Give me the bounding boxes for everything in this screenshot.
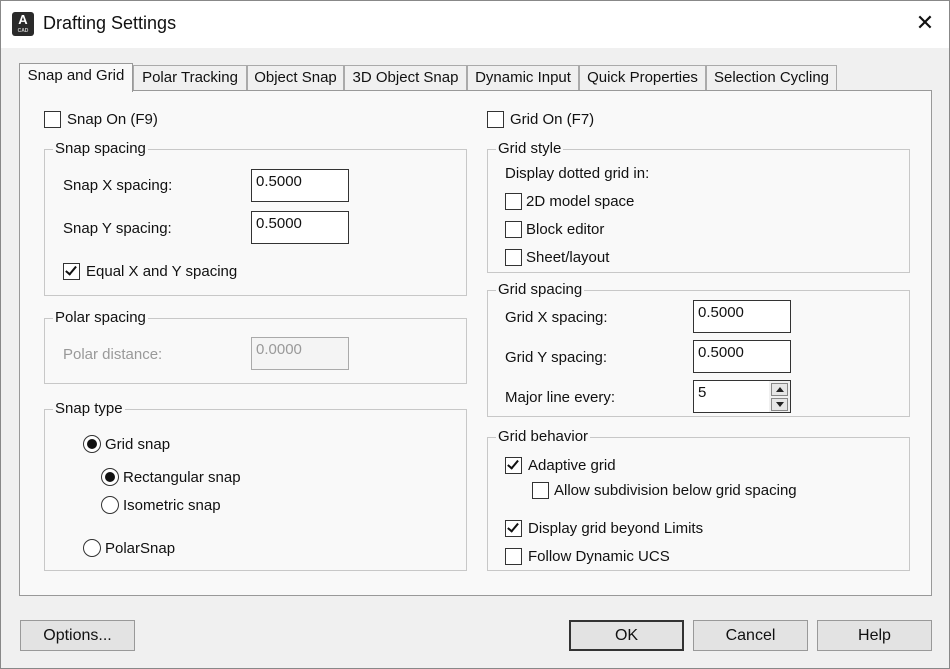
polar-distance-label: Polar distance: (63, 346, 163, 363)
beyond-limits-checkbox[interactable] (505, 520, 522, 537)
follow-ucs-checkbox[interactable] (505, 548, 522, 565)
tab-snap-and-grid[interactable]: Snap and Grid (19, 63, 133, 92)
grid-snap-radio[interactable] (83, 435, 101, 453)
grid-style-title: Grid style (496, 140, 564, 157)
app-icon-letter: A (18, 12, 28, 27)
beyond-limits-label: Display grid beyond Limits (528, 520, 704, 537)
app-icon-sublabel: CAD (17, 28, 29, 34)
block-editor-label: Block editor (526, 221, 605, 238)
check-mark-icon (507, 457, 519, 470)
tab-polar-tracking[interactable]: Polar Tracking (133, 65, 247, 91)
polarsnap-label: PolarSnap (105, 540, 176, 557)
tab-3d-object-snap[interactable]: 3D Object Snap (344, 65, 467, 91)
snap-type-group: Snap type Grid snap Rectangular snap Iso… (44, 400, 467, 571)
options-button[interactable]: Options... (20, 620, 135, 651)
spin-down-button[interactable] (771, 398, 788, 411)
snap-on-label: Snap On (F9) (67, 111, 158, 128)
model-space-checkbox[interactable] (505, 193, 522, 210)
tab-quick-properties[interactable]: Quick Properties (579, 65, 706, 91)
tab-dynamic-input[interactable]: Dynamic Input (467, 65, 579, 91)
polar-distance-input[interactable]: 0.0000 (251, 337, 349, 370)
grid-on-label: Grid On (F7) (510, 111, 595, 128)
sheet-layout-label: Sheet/layout (526, 249, 610, 266)
drafting-settings-dialog: A CAD Drafting Settings ✕ Snap and Grid P… (0, 0, 950, 669)
ok-button[interactable]: OK (569, 620, 684, 651)
polarsnap-radio[interactable] (83, 539, 101, 557)
snap-x-spacing-input[interactable]: 0.5000 (251, 169, 349, 202)
equal-xy-label: Equal X and Y spacing (86, 263, 238, 280)
subdivision-checkbox[interactable] (532, 482, 549, 499)
help-button[interactable]: Help (817, 620, 932, 651)
snap-y-label: Snap Y spacing: (63, 220, 172, 237)
spin-up-button[interactable] (771, 383, 788, 396)
snap-on-checkbox[interactable] (44, 111, 61, 128)
grid-y-spacing-input[interactable]: 0.5000 (693, 340, 791, 373)
grid-spacing-group: Grid spacing Grid X spacing: 0.5000 Grid… (487, 281, 910, 417)
major-line-spinner (769, 380, 791, 413)
grid-x-spacing-input[interactable]: 0.5000 (693, 300, 791, 333)
isometric-snap-radio[interactable] (101, 496, 119, 514)
snap-y-spacing-input[interactable]: 0.5000 (251, 211, 349, 244)
close-icon[interactable]: ✕ (911, 9, 939, 37)
arrow-up-icon (776, 387, 784, 392)
grid-on-checkbox[interactable] (487, 111, 504, 128)
tab-object-snap[interactable]: Object Snap (247, 65, 344, 91)
rectangular-snap-label: Rectangular snap (123, 469, 241, 486)
app-icon: A CAD (12, 12, 34, 36)
equal-xy-checkbox[interactable] (63, 263, 80, 280)
snap-spacing-title: Snap spacing (53, 140, 148, 157)
title-bar: A CAD Drafting Settings ✕ (1, 1, 949, 48)
grid-spacing-title: Grid spacing (496, 281, 585, 298)
major-line-label: Major line every: (505, 389, 616, 406)
radio-selected-dot (87, 439, 97, 449)
polar-spacing-group: Polar spacing Polar distance: 0.0000 (44, 309, 467, 384)
grid-behavior-group: Grid behavior Adaptive grid Allow subdiv… (487, 428, 910, 571)
cancel-button[interactable]: Cancel (693, 620, 808, 651)
grid-behavior-title: Grid behavior (496, 428, 591, 445)
radio-selected-dot (105, 472, 115, 482)
major-line-input[interactable]: 5 (693, 380, 770, 413)
model-space-label: 2D model space (526, 193, 635, 210)
block-editor-checkbox[interactable] (505, 221, 522, 238)
grid-snap-label: Grid snap (105, 436, 171, 453)
snap-type-title: Snap type (53, 400, 125, 417)
grid-y-label: Grid Y spacing: (505, 349, 608, 366)
tab-selection-cycling[interactable]: Selection Cycling (706, 65, 837, 91)
follow-ucs-label: Follow Dynamic UCS (528, 548, 670, 565)
snap-x-label: Snap X spacing: (63, 177, 173, 194)
polar-spacing-title: Polar spacing (53, 309, 148, 326)
subdivision-label: Allow subdivision below grid spacing (554, 482, 797, 499)
grid-x-label: Grid X spacing: (505, 309, 608, 326)
window-title: Drafting Settings (43, 13, 177, 33)
check-mark-icon (507, 520, 519, 533)
dotted-grid-label: Display dotted grid in: (505, 165, 650, 182)
isometric-snap-label: Isometric snap (123, 497, 221, 514)
adaptive-grid-label: Adaptive grid (528, 457, 616, 474)
snap-spacing-group: Snap spacing Snap X spacing: 0.5000 Snap… (44, 140, 467, 296)
grid-style-group: Grid style Display dotted grid in: 2D mo… (487, 140, 910, 273)
sheet-layout-checkbox[interactable] (505, 249, 522, 266)
arrow-down-icon (776, 402, 784, 407)
check-mark-icon (65, 263, 77, 276)
rectangular-snap-radio[interactable] (101, 468, 119, 486)
snap-and-grid-panel: Snap On (F9) Snap spacing Snap X spacing… (19, 90, 932, 596)
adaptive-grid-checkbox[interactable] (505, 457, 522, 474)
